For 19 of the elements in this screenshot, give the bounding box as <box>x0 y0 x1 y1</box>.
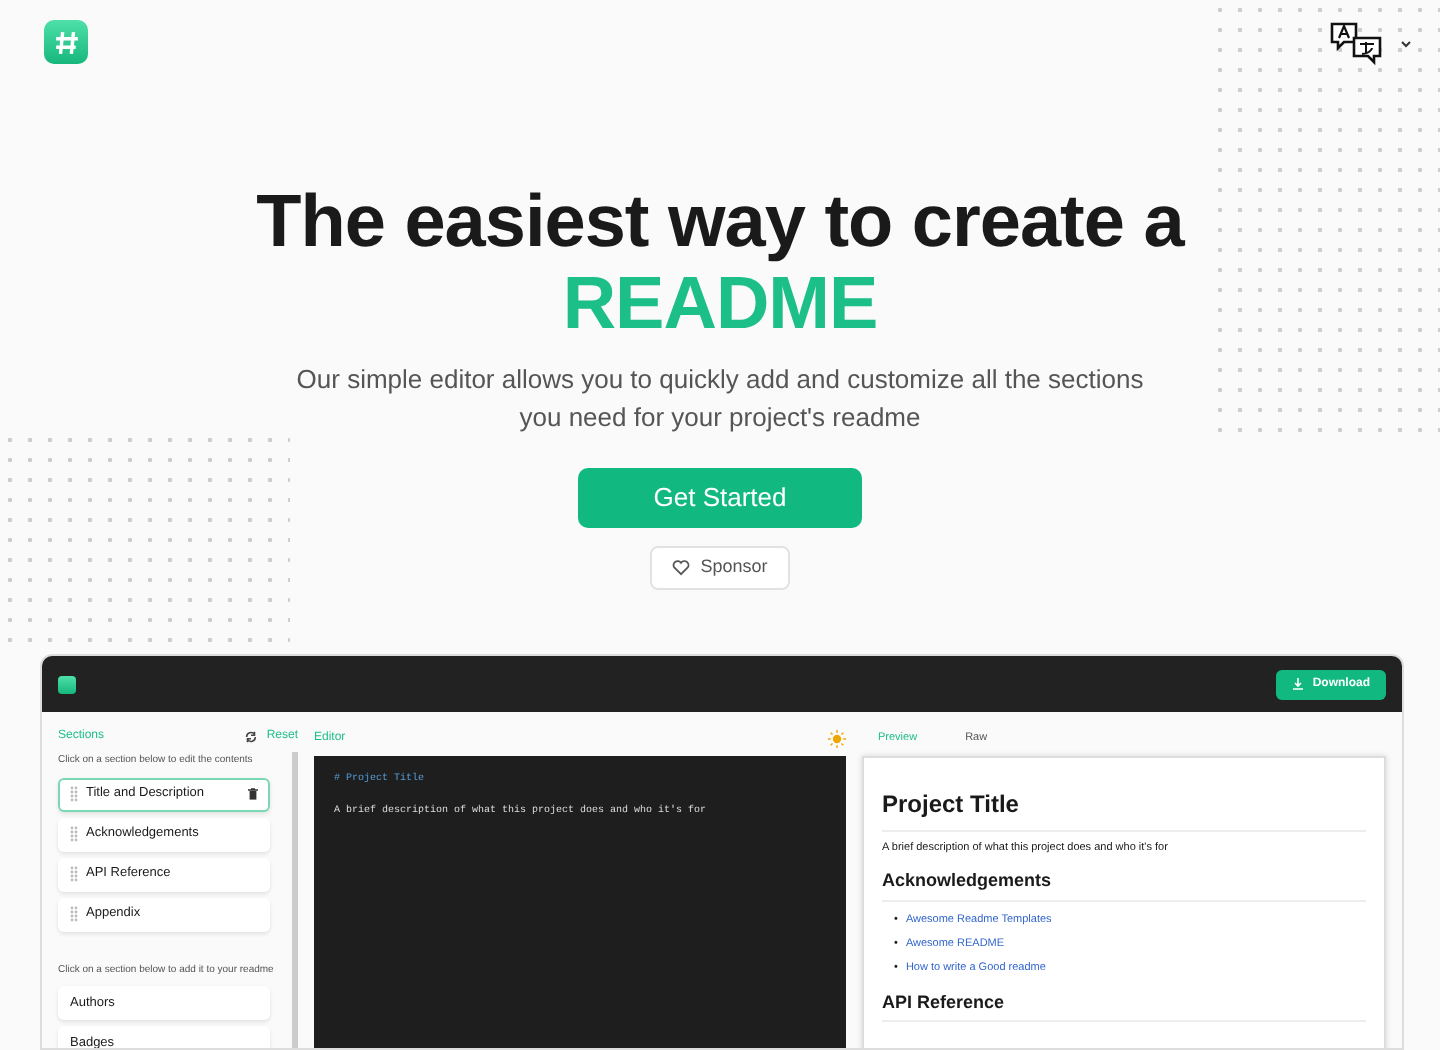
preview-heading: Acknowledgements <box>882 868 1366 902</box>
drag-handle-icon[interactable] <box>70 826 78 842</box>
hash-logo-icon[interactable] <box>44 20 88 64</box>
trash-icon[interactable] <box>248 788 258 800</box>
hero-subtitle: Our simple editor allows you to quickly add and customize all the sections you need for your project's readme <box>294 362 1146 436</box>
hero-highlight: README <box>560 262 880 344</box>
app-logo-icon <box>58 675 76 693</box>
preview-heading: API Reference <box>882 989 1366 1022</box>
preview-title: Project Title <box>882 786 1366 832</box>
hero-title: The easiest way to create a <box>254 180 1187 262</box>
refresh-icon[interactable] <box>244 730 259 744</box>
drag-handle-icon[interactable] <box>70 786 78 802</box>
drag-handle-icon[interactable] <box>70 906 78 922</box>
sun-icon[interactable] <box>828 729 846 747</box>
download-icon <box>1292 678 1305 690</box>
caret-icon[interactable] <box>1400 40 1412 48</box>
heart-icon <box>672 560 691 576</box>
drag-handle-icon[interactable] <box>70 866 78 882</box>
sponsor-button[interactable]: Sponsor <box>650 546 790 590</box>
